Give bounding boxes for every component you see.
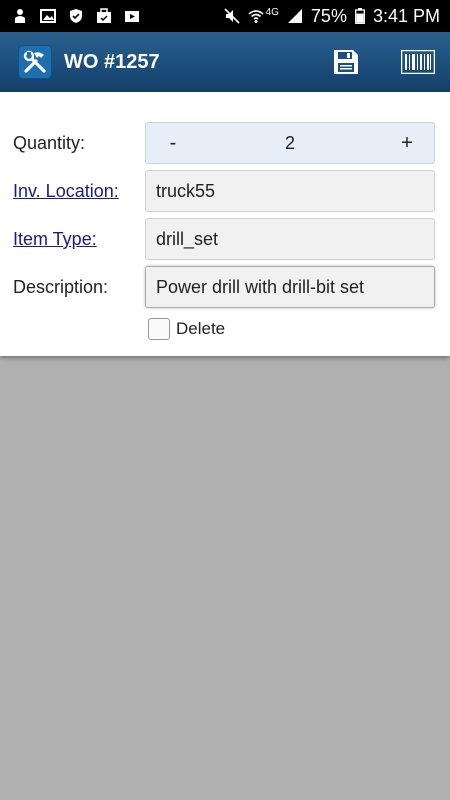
barcode-icon [401, 50, 435, 74]
signal-icon [287, 8, 303, 24]
quantity-row: Quantity: - 2 + [0, 122, 450, 164]
wifi-icon [248, 8, 264, 24]
delete-label[interactable]: Delete [176, 319, 225, 339]
header-actions [328, 44, 436, 80]
app-header: WO #1257 [0, 32, 450, 92]
image-icon [40, 8, 56, 24]
delete-row: Delete [148, 318, 225, 340]
work-order-item-form: Quantity: - 2 + Inv. Location: truck55 I… [0, 92, 450, 356]
quantity-label: Quantity: [13, 133, 86, 153]
shield-icon [68, 8, 84, 24]
save-icon [334, 50, 358, 74]
clock: 3:41 PM [372, 5, 440, 26]
delete-checkbox[interactable] [148, 318, 170, 340]
person-icon [12, 8, 28, 24]
battery-percent: 75% [310, 5, 347, 26]
play-icon [124, 8, 140, 24]
description-label: Description: [13, 277, 109, 297]
quantity-decrement-button[interactable]: - [146, 132, 200, 155]
inv-location-link[interactable]: Inv. Location: [13, 170, 119, 212]
inv-location-field[interactable]: truck55 [145, 170, 435, 212]
item-type-link[interactable]: Item Type: [13, 218, 97, 260]
quantity-stepper: - 2 + [145, 122, 435, 164]
network-type: 4G [265, 6, 279, 18]
quantity-value[interactable]: 2 [200, 133, 380, 154]
status-bar: 4G 75% 3:41 PM [0, 0, 450, 32]
mute-icon [224, 8, 240, 24]
item-type-field[interactable]: drill_set [145, 218, 435, 260]
quantity-increment-button[interactable]: + [380, 132, 434, 155]
briefcase-icon [96, 8, 112, 24]
tools-icon [18, 45, 52, 79]
description-field[interactable]: Power drill with drill-bit set [145, 266, 435, 308]
notification-icons [12, 8, 140, 24]
barcode-scan-button[interactable] [400, 44, 436, 80]
page-title: WO #1257 [64, 50, 160, 73]
item-type-row: Item Type: drill_set [0, 218, 450, 260]
description-row: Description: Power drill with drill-bit … [0, 266, 450, 308]
inv-location-row: Inv. Location: truck55 [0, 170, 450, 212]
battery-icon [355, 8, 365, 24]
save-button[interactable] [328, 44, 364, 80]
system-icons: 4G 75% 3:41 PM [224, 6, 440, 27]
